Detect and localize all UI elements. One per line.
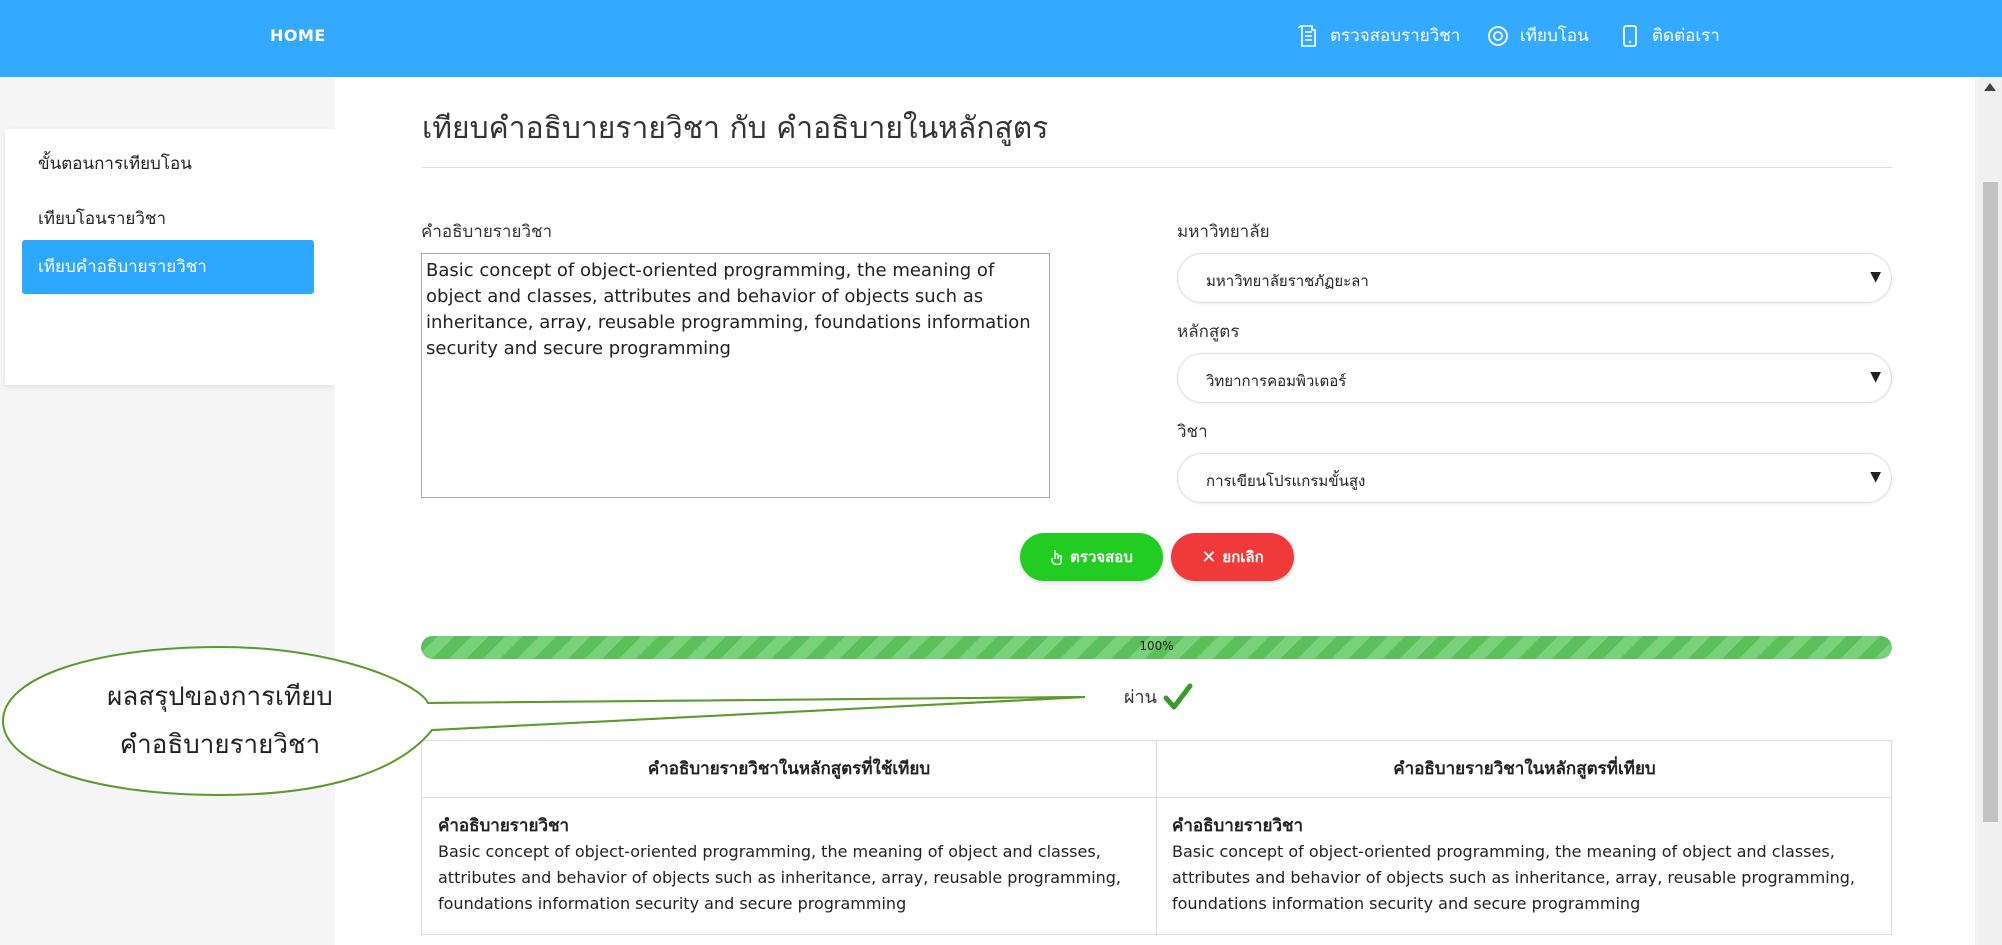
top-navbar: HOME ตรวจสอบรายวิชา เทียบโอน ติดต่อเรา <box>0 0 2002 77</box>
pointer-icon <box>1051 550 1062 565</box>
subject-selected-value: การเขียนโปรแกรมขั้นสูง <box>1206 472 1366 490</box>
cancel-button[interactable]: ✕ ยกเลิก <box>1171 533 1294 581</box>
nav-item-label: ติดต่อเรา <box>1652 26 1720 46</box>
callout-line-2: คำอธิบายรายวิชา <box>119 730 321 760</box>
cell-label: คำอธิบายรายวิชา <box>1172 816 1304 836</box>
description-label: คำอธิบายรายวิชา <box>421 222 553 242</box>
sidebar: ขั้นตอนการเทียบโอน เทียบโอนรายวิชา เทียบ… <box>0 77 335 945</box>
check-button[interactable]: ตรวจสอบ <box>1020 533 1163 581</box>
vertical-scrollbar[interactable] <box>1978 77 2002 945</box>
table-column-divider <box>1156 741 1157 936</box>
result-status: ผ่าน <box>1124 682 1193 711</box>
chevron-down-icon: ▼ <box>1870 469 1881 485</box>
curriculum-label: หลักสูตร <box>1177 322 1240 342</box>
nav-home-link[interactable]: HOME <box>270 26 326 45</box>
nav-item-label: ตรวจสอบรายวิชา <box>1330 26 1461 46</box>
page-title: เทียบคำอธิบายรายวิชา กับ คำอธิบายในหลักส… <box>422 111 1049 146</box>
description-textarea[interactable]: Basic concept of object-oriented program… <box>421 253 1050 498</box>
chevron-down-icon: ▼ <box>1870 369 1881 385</box>
result-text: ผ่าน <box>1124 687 1157 708</box>
chevron-down-icon: ▼ <box>1870 269 1881 285</box>
cell-text: Basic concept of object-oriented program… <box>1172 842 1856 913</box>
checkmark-icon <box>1163 683 1193 709</box>
cell-label: คำอธิบายรายวิชา <box>438 816 570 836</box>
nav-item-check-subject[interactable]: ตรวจสอบรายวิชา <box>1296 22 1460 49</box>
nav-item-contact[interactable]: ติดต่อเรา <box>1618 22 1720 49</box>
table-cell-source: คำอธิบายรายวิชา Basic concept of object-… <box>438 813 1153 917</box>
table-header-source: คำอธิบายรายวิชาในหลักสูตรที่ใช้เทียบ <box>422 741 1156 798</box>
sidebar-menu: ขั้นตอนการเทียบโอน เทียบโอนรายวิชา เทียบ… <box>5 129 335 385</box>
close-icon: ✕ <box>1201 546 1217 568</box>
subject-label: วิชา <box>1177 422 1208 442</box>
curriculum-select[interactable]: วิทยาการคอมพิวเตอร์ ▼ <box>1177 353 1892 403</box>
callout-text: ผลสรุปของการเทียบ คำอธิบายรายวิชา <box>60 673 380 769</box>
university-label: มหาวิทยาลัย <box>1177 222 1270 242</box>
sidebar-item-compare-description[interactable]: เทียบคำอธิบายรายวิชา <box>22 240 314 294</box>
cell-text: Basic concept of object-oriented program… <box>438 842 1122 913</box>
progress-bar: 100% <box>421 636 1892 659</box>
scrollbar-thumb[interactable] <box>1983 182 1998 822</box>
university-selected-value: มหาวิทยาลัยราชภัฏยะลา <box>1206 272 1369 290</box>
check-button-label: ตรวจสอบ <box>1070 548 1133 566</box>
sidebar-item-transfer-steps[interactable]: ขั้นตอนการเทียบโอน <box>22 137 314 191</box>
nav-item-transfer[interactable]: เทียบโอน <box>1486 22 1589 49</box>
phone-icon <box>1623 24 1637 47</box>
document-icon <box>1298 24 1316 47</box>
scroll-up-arrow-icon[interactable] <box>1984 83 1996 91</box>
comparison-table: คำอธิบายรายวิชาในหลักสูตรที่ใช้เทียบ คำอ… <box>421 740 1892 936</box>
subject-select[interactable]: การเขียนโปรแกรมขั้นสูง ▼ <box>1177 453 1892 503</box>
table-cell-target: คำอธิบายรายวิชา Basic concept of object-… <box>1172 813 1887 917</box>
title-divider <box>422 167 1892 168</box>
sidebar-item-transfer-subject[interactable]: เทียบโอนรายวิชา <box>22 192 314 246</box>
nav-item-label: เทียบโอน <box>1520 26 1589 46</box>
cancel-button-label: ยกเลิก <box>1222 548 1264 566</box>
progress-text: 100% <box>1139 639 1174 653</box>
callout-line-1: ผลสรุปของการเทียบ <box>107 682 333 712</box>
table-header-target: คำอธิบายรายวิชาในหลักสูตรที่เทียบ <box>1157 741 1892 798</box>
target-icon <box>1488 25 1508 46</box>
university-select[interactable]: มหาวิทยาลัยราชภัฏยะลา ▼ <box>1177 253 1892 303</box>
curriculum-selected-value: วิทยาการคอมพิวเตอร์ <box>1206 372 1347 390</box>
